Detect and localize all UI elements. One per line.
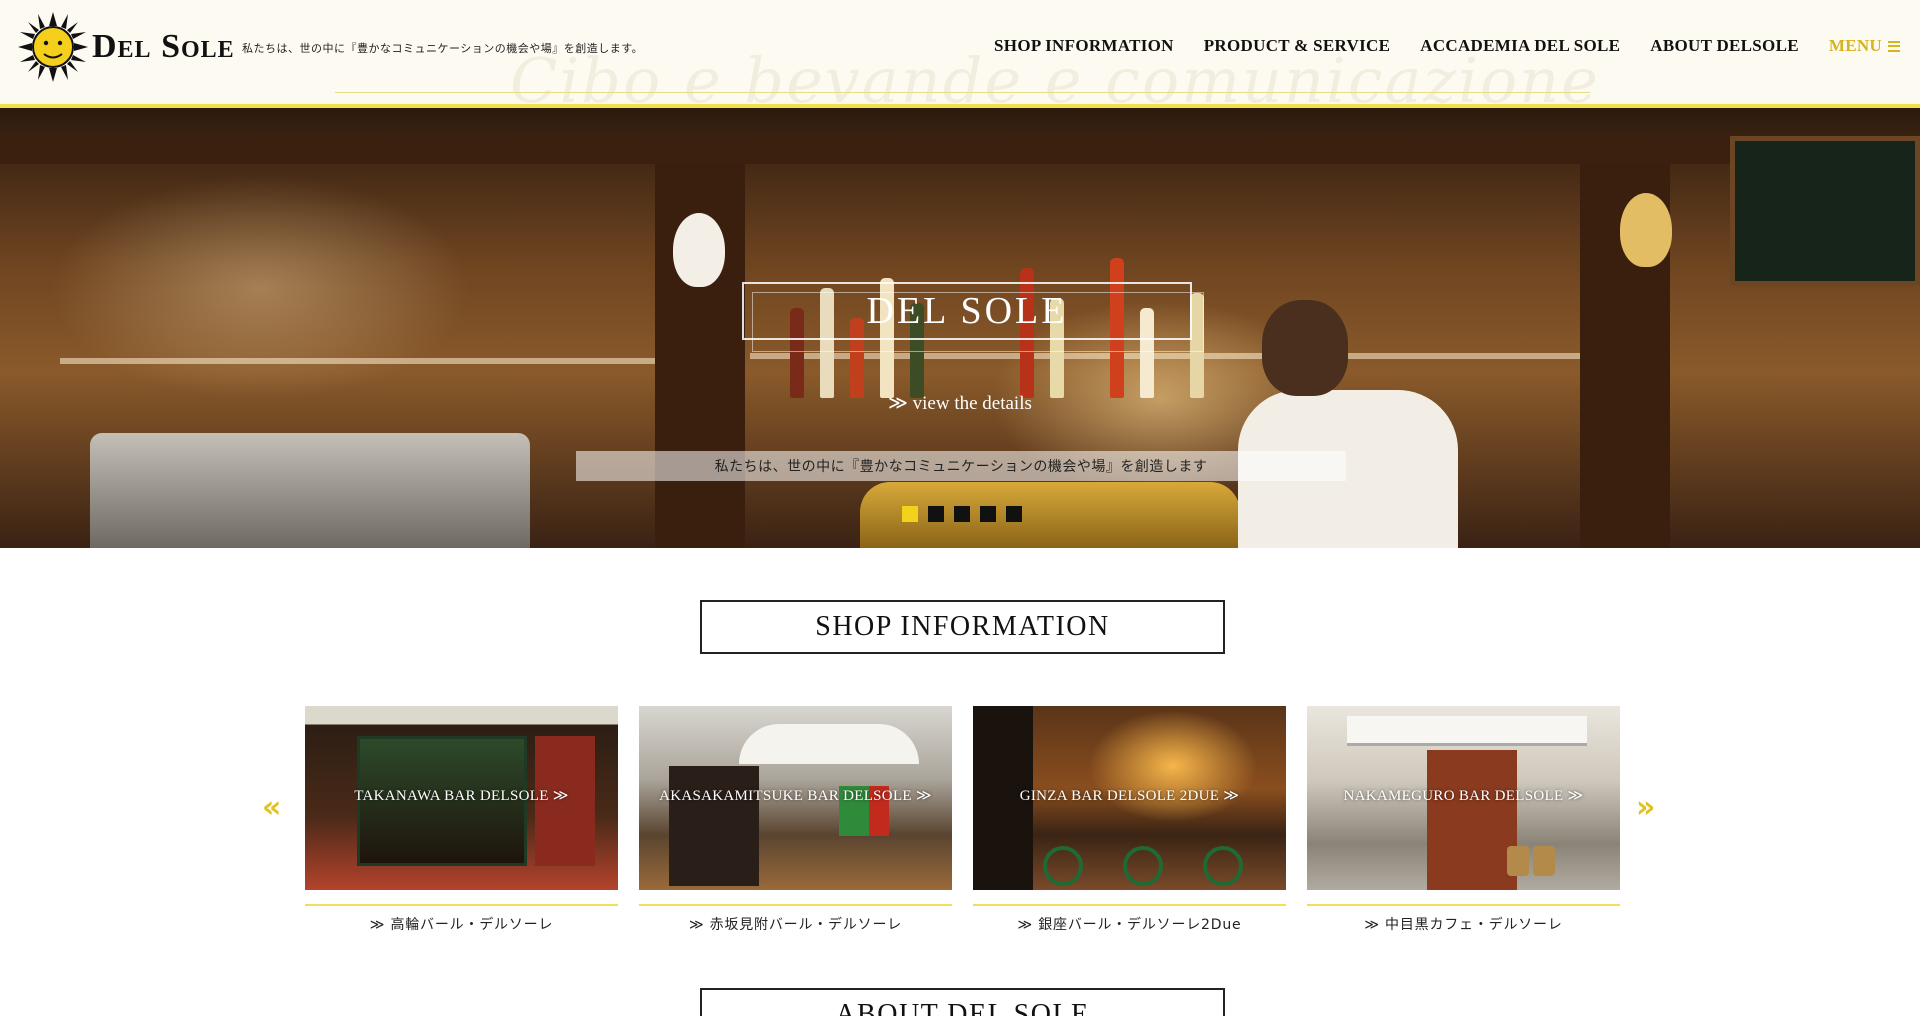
- hamburger-icon: [1888, 40, 1900, 52]
- shop-overlay-label: GINZA BAR DELSOLE 2DUE ≫: [1019, 788, 1240, 804]
- slide-dot-1[interactable]: [902, 506, 918, 522]
- hero-title-box: DEL SOLE: [742, 282, 1204, 352]
- nav-shop-information[interactable]: SHOP INFORMATION: [994, 36, 1174, 56]
- shop-section-title: SHOP INFORMATION: [815, 611, 1110, 642]
- hero-shelf: [60, 358, 660, 364]
- hero-menu-board: [1730, 136, 1920, 286]
- nav-about[interactable]: ABOUT DELSOLE: [1650, 36, 1799, 56]
- shop-card-akasakamitsuke[interactable]: AKASAKAMITSUKE BAR DELSOLE ≫ ≫ 赤坂見附バール・デ…: [639, 706, 952, 934]
- nav-accademia[interactable]: ACCADEMIA DEL SOLE: [1420, 36, 1620, 56]
- menu-button[interactable]: MENU: [1829, 36, 1900, 56]
- carousel-next-button[interactable]: »: [1636, 790, 1655, 825]
- about-section-title: ABOUT DEL SOLE: [835, 999, 1090, 1016]
- shop-section-heading: SHOP INFORMATION: [700, 600, 1237, 666]
- shop-card-ginza[interactable]: GINZA BAR DELSOLE 2DUE ≫ ≫ 銀座バール・デルソーレ2D…: [973, 706, 1286, 934]
- shop-card-takanawa[interactable]: TAKANAWA BAR DELSOLE ≫ ≫ 高輪バール・デルソーレ: [305, 706, 618, 934]
- hero-espresso-machine: [90, 433, 530, 548]
- shop-card-nakameguro[interactable]: NAKAMEGURO BAR DELSOLE ≫ ≫ 中目黒カフェ・デルソーレ: [1307, 706, 1620, 934]
- shop-image[interactable]: TAKANAWA BAR DELSOLE ≫: [305, 706, 618, 890]
- menu-label: MENU: [1828, 36, 1882, 55]
- logo-wordmark: Del Sole: [92, 28, 235, 65]
- slide-dot-4[interactable]: [980, 506, 996, 522]
- about-section-heading: ABOUT DEL SOLE: [700, 988, 1237, 1016]
- main-nav: SHOP INFORMATION PRODUCT & SERVICE ACCAD…: [964, 36, 1900, 56]
- shop-divider: [1307, 904, 1620, 906]
- shop-name-link[interactable]: ≫ 赤坂見附バール・デルソーレ: [639, 914, 952, 934]
- shop-overlay-label: TAKANAWA BAR DELSOLE ≫: [354, 788, 569, 804]
- hero-caption: 私たちは、世の中に『豊かなコミュニケーションの機会や場』を創造します: [576, 451, 1346, 481]
- carousel-prev-button[interactable]: «: [262, 790, 281, 825]
- hero-slider: DEL SOLE ≫ view the details 私たちは、世の中に『豊か…: [0, 108, 1920, 548]
- shop-image[interactable]: NAKAMEGURO BAR DELSOLE ≫: [1307, 706, 1620, 890]
- shop-divider: [973, 904, 1286, 906]
- hero-mask: [1620, 193, 1672, 267]
- shop-name-link[interactable]: ≫ 銀座バール・デルソーレ2Due: [973, 914, 1286, 934]
- hero-bartender-head: [1262, 300, 1348, 396]
- slide-dot-2[interactable]: [928, 506, 944, 522]
- shop-image[interactable]: GINZA BAR DELSOLE 2DUE ≫: [973, 706, 1286, 890]
- shop-overlay-label: AKASAKAMITSUKE BAR DELSOLE ≫: [659, 788, 932, 804]
- sun-logo-icon: [18, 12, 88, 82]
- hero-ceiling-beam: [0, 136, 1920, 164]
- hero-title: DEL SOLE: [866, 290, 1068, 332]
- shop-divider: [639, 904, 952, 906]
- shop-overlay-label: NAKAMEGURO BAR DELSOLE ≫: [1343, 788, 1584, 804]
- nav-product-service[interactable]: PRODUCT & SERVICE: [1204, 36, 1391, 56]
- slide-dot-3[interactable]: [954, 506, 970, 522]
- site-header: Del Sole 私たちは、世の中に『豊かなコミュニケーションの機会や場』を創造…: [0, 0, 1920, 117]
- shop-divider: [305, 904, 618, 906]
- shop-name-link[interactable]: ≫ 高輪バール・デルソーレ: [305, 914, 618, 934]
- shop-image[interactable]: AKASAKAMITSUKE BAR DELSOLE ≫: [639, 706, 952, 890]
- slide-dot-5[interactable]: [1006, 506, 1022, 522]
- shop-name-link[interactable]: ≫ 中目黒カフェ・デルソーレ: [1307, 914, 1620, 934]
- hero-mask: [673, 213, 725, 287]
- hero-view-details-link[interactable]: ≫ view the details: [888, 392, 1032, 415]
- site-logo[interactable]: Del Sole: [16, 10, 235, 84]
- header-divider: [335, 92, 1590, 93]
- hero-shelf: [750, 353, 1590, 359]
- hero-pagination: [902, 506, 1032, 522]
